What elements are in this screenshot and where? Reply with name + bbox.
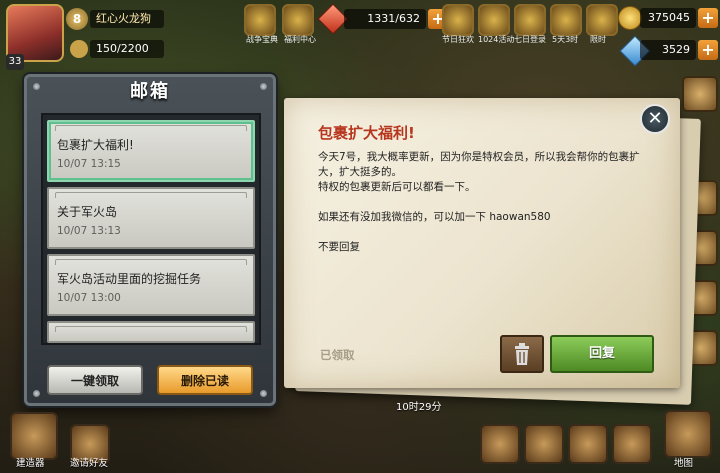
mail-subject: 关于军火岛 xyxy=(57,205,118,219)
claimed-label: 已领取 xyxy=(320,348,355,362)
map-label: 地图 xyxy=(674,458,694,469)
chest-icon[interactable] xyxy=(586,4,618,36)
mailbox-panel: 邮箱 包裹扩大福利! 10/07 13:15 关于军火岛 10/07 13:13… xyxy=(24,74,276,406)
coin-medal-icon[interactable] xyxy=(282,4,314,36)
calendar-icon[interactable] xyxy=(514,4,546,36)
exp-icon xyxy=(70,40,88,58)
helmet-icon[interactable] xyxy=(244,4,276,36)
player-level-badge: 33 xyxy=(6,54,24,70)
map-icon[interactable] xyxy=(664,410,712,458)
mail-date: 10/07 13:00 xyxy=(57,292,121,304)
player-name: 红心火龙狗 xyxy=(90,10,164,28)
swords-icon[interactable] xyxy=(480,424,520,464)
delete-mail-button[interactable] xyxy=(500,335,544,373)
builder-icon[interactable] xyxy=(10,412,58,460)
letter-paragraph: 今天7号，我大概率更新，因为你是特权会员，所以我会帮你的包裹扩大，扩大挺多的。 … xyxy=(318,151,640,193)
balloons-icon[interactable] xyxy=(442,4,474,36)
mail-date: 10/07 13:13 xyxy=(57,225,121,237)
letter-paragraph: 如果还有没加我微信的，可以加一下 haowan580 xyxy=(318,211,551,223)
builder-label: 建造器 xyxy=(16,458,45,469)
quest-icon[interactable] xyxy=(612,424,652,464)
mailbox-title: 邮箱 xyxy=(130,81,170,102)
build-timer: 10时29分 xyxy=(396,402,442,413)
letter-paragraph: 不要回复 xyxy=(318,241,360,253)
rivet xyxy=(33,390,40,397)
mail-list[interactable]: 包裹扩大福利! 10/07 13:15 关于军火岛 10/07 13:13 军火… xyxy=(41,113,261,345)
gem-counter: 3529 xyxy=(640,40,696,60)
claim-all-button[interactable]: 一键领取 xyxy=(47,365,143,395)
hud-caption-4: 1024活动 xyxy=(478,35,515,44)
gold-coin-icon xyxy=(618,6,642,30)
mail-item[interactable]: 包裹扩大福利! 10/07 13:15 xyxy=(47,120,255,182)
hud-caption-6: 5天3时 xyxy=(552,35,579,44)
gold-counter: 375045 xyxy=(640,8,696,28)
delete-read-button[interactable]: 删除已读 xyxy=(157,365,253,395)
letter-panel: 包裹扩大福利! 今天7号，我大概率更新，因为你是特权会员，所以我会帮你的包裹扩大… xyxy=(284,98,680,388)
vip-rank-badge: 8 xyxy=(66,8,88,30)
letter-title: 包裹扩大福利! xyxy=(318,124,415,142)
hud-caption-5: 七日登录 xyxy=(514,35,546,44)
backpack-icon[interactable] xyxy=(568,424,608,464)
gem-plus-button[interactable]: + xyxy=(698,40,718,60)
letter-body: 今天7号，我大概率更新，因为你是特权会员，所以我会帮你的包裹扩大，扩大挺多的。 … xyxy=(318,150,643,270)
hud-caption-2: 福利中心 xyxy=(284,35,316,44)
close-icon[interactable]: ✕ xyxy=(640,104,670,134)
mail-subject: 包裹扩大福利! xyxy=(57,138,134,152)
side-tab-1[interactable] xyxy=(682,76,718,112)
resource-counter: 1331/632 xyxy=(344,9,426,29)
mail-subject: 军火岛活动里面的挖掘任务 xyxy=(57,272,202,286)
invite-label: 邀请好友 xyxy=(70,458,109,469)
hero-portrait-icon[interactable] xyxy=(478,4,510,36)
mail-item-partial[interactable] xyxy=(47,321,255,343)
trash-icon xyxy=(515,343,529,365)
mail-item[interactable]: 军火岛活动里面的挖掘任务 10/07 13:00 xyxy=(47,254,255,316)
hud-caption-7: 限时 xyxy=(590,35,606,44)
target-icon[interactable] xyxy=(550,4,582,36)
rivet xyxy=(260,390,267,397)
mail-item[interactable]: 关于军火岛 10/07 13:13 xyxy=(47,187,255,249)
gold-plus-button[interactable]: + xyxy=(698,8,718,28)
exp-counter: 150/2200 xyxy=(90,40,164,58)
hud-caption-3: 节日狂欢 xyxy=(442,35,474,44)
mail-date: 10/07 13:15 xyxy=(57,158,121,170)
shop-icon[interactable] xyxy=(524,424,564,464)
hud-caption-1: 战争宝典 xyxy=(246,35,278,44)
reply-button[interactable]: 回复 xyxy=(550,335,654,373)
